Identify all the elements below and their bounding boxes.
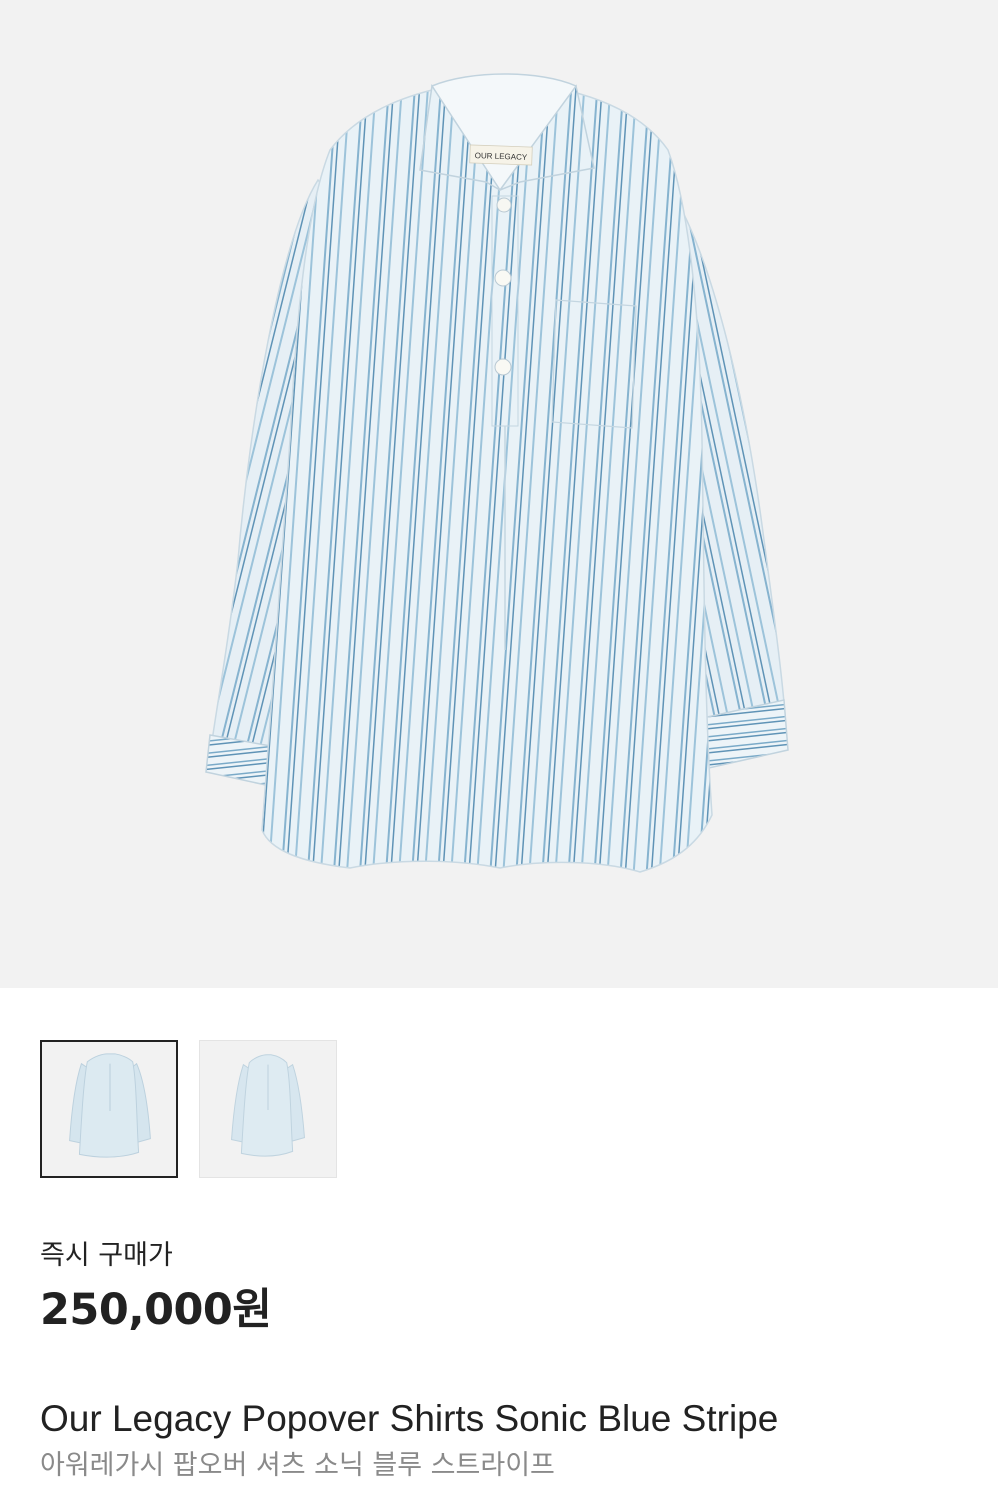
product-name-ko: 아워레가시 팝오버 셔츠 소닉 블루 스트라이프 [40,1450,555,1481]
thumbnail-shirt-image [231,1054,305,1157]
shirt-illustration: OUR LEGACY [205,73,789,873]
price-label: 즉시 구매가 [40,1240,173,1271]
brand-label-text: OUR LEGACY [475,151,528,162]
thumbnail-shirt-image [69,1053,151,1158]
product-name-en: Our Legacy Popover Shirts Sonic Blue Str… [40,1398,779,1439]
thumbnail-1[interactable] [40,1040,178,1178]
price-value: 250,000원 [40,1285,272,1335]
product-main-image[interactable]: OUR LEGACY [0,0,998,988]
thumbnail-2[interactable] [199,1040,337,1178]
